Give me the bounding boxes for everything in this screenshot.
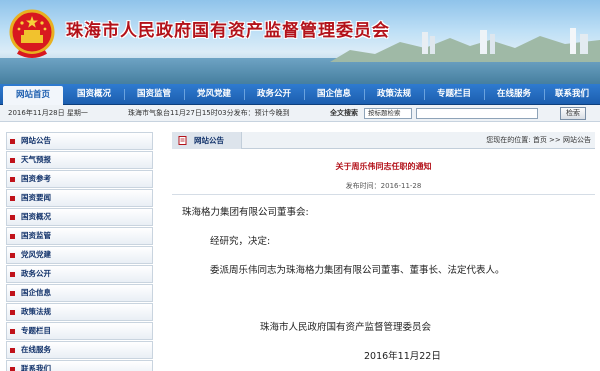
nav-separator bbox=[364, 89, 365, 100]
nav-separator bbox=[424, 89, 425, 100]
nav-item-public-affairs[interactable]: 政务公开 bbox=[246, 84, 302, 105]
sidebar-item-label: 在线服务 bbox=[21, 345, 51, 354]
bullet-icon bbox=[10, 177, 15, 182]
bullet-icon bbox=[10, 158, 15, 163]
sidebar-item-news[interactable]: 国资要闻 bbox=[6, 189, 153, 207]
sidebar-item-reference[interactable]: 国资参考 bbox=[6, 170, 153, 188]
search-button[interactable]: 检索 bbox=[560, 107, 586, 120]
bullet-icon bbox=[10, 367, 15, 371]
bullet-icon bbox=[10, 234, 15, 239]
notice-signature: 珠海市人民政府国有资产监督管理委员会 bbox=[260, 322, 432, 333]
section-header: 网站公告 您现在的位置: 首页 >> 网站公告 bbox=[172, 132, 595, 149]
bullet-icon bbox=[10, 348, 15, 353]
tab-label: 网站公告 bbox=[194, 136, 224, 145]
nav-item-overview[interactable]: 国资概况 bbox=[66, 84, 122, 105]
sidebar-item-party[interactable]: 党风党建 bbox=[6, 246, 153, 264]
national-emblem-icon bbox=[9, 9, 55, 58]
weather-ticker[interactable]: 珠海市气象台11月27日15时03分发布：预计今晚到 bbox=[128, 105, 290, 122]
header-banner: 珠海市人民政府国有资产监督管理委员会 bbox=[0, 0, 600, 84]
sidebar-item-contact[interactable]: 联系我们 bbox=[6, 360, 153, 371]
sidebar-item-supervision[interactable]: 国资监管 bbox=[6, 227, 153, 245]
sidebar-item-enterprise-info[interactable]: 国企信息 bbox=[6, 284, 153, 302]
bullet-icon bbox=[10, 253, 15, 258]
sidebar-item-weather[interactable]: 天气预报 bbox=[6, 151, 153, 169]
sidebar-item-label: 政务公开 bbox=[21, 269, 51, 278]
search-scope-value: 按标题检索 bbox=[368, 109, 401, 117]
sidebar-item-label: 国企信息 bbox=[21, 288, 51, 297]
nav-item-home[interactable]: 网站首页 bbox=[3, 86, 63, 105]
sidebar-item-label: 天气预报 bbox=[21, 155, 51, 164]
nav-item-supervision[interactable]: 国资监管 bbox=[126, 84, 182, 105]
divider bbox=[172, 194, 595, 195]
nav-item-online-service[interactable]: 在线服务 bbox=[486, 84, 542, 105]
sidebar-item-label: 国资监管 bbox=[21, 231, 51, 240]
notice-addressee: 珠海格力集团有限公司董事会: bbox=[182, 207, 309, 218]
sidebar-item-label: 联系我们 bbox=[21, 364, 51, 371]
sidebar-item-online-service[interactable]: 在线服务 bbox=[6, 341, 153, 359]
notice-sign-date: 2016年11月22日 bbox=[364, 351, 441, 362]
search-input[interactable] bbox=[416, 108, 538, 119]
sidebar-item-label: 国资要闻 bbox=[21, 193, 51, 202]
sidebar-item-label: 党风党建 bbox=[21, 250, 51, 259]
main-nav: 网站首页 国资概况 国资监管 党风党建 政务公开 国企信息 政策法规 专题栏目 … bbox=[0, 84, 600, 105]
search-label: 全文搜索 bbox=[330, 109, 358, 117]
main-content: 网站公告 您现在的位置: 首页 >> 网站公告 关于周乐伟同志任职的通知 发布时… bbox=[172, 132, 595, 371]
publish-time: 发布时间：2016-11-28 bbox=[345, 182, 422, 190]
sidebar-item-label: 国资概况 bbox=[21, 212, 51, 221]
nav-separator bbox=[484, 89, 485, 100]
sidebar-item-overview[interactable]: 国资概况 bbox=[6, 208, 153, 226]
bullet-icon bbox=[10, 272, 15, 277]
nav-item-contact[interactable]: 联系我们 bbox=[546, 84, 598, 105]
bullet-icon bbox=[10, 139, 15, 144]
notice-title: 关于周乐伟同志任职的通知 bbox=[335, 162, 432, 171]
notice-line-1: 经研究，决定: bbox=[210, 236, 271, 247]
search-button-label: 检索 bbox=[566, 109, 580, 117]
bullet-icon bbox=[10, 291, 15, 296]
sidebar-item-topics[interactable]: 专题栏目 bbox=[6, 322, 153, 340]
notice-line-2: 委派周乐伟同志为珠海格力集团有限公司董事、董事长、法定代表人。 bbox=[210, 265, 505, 276]
sidebar-item-label: 网站公告 bbox=[21, 136, 51, 145]
tab-announcements[interactable]: 网站公告 bbox=[172, 132, 242, 149]
sidebar: 网站公告 天气预报 国资参考 国资要闻 国资概况 国资监管 党风党建 政务公开 … bbox=[6, 132, 153, 371]
document-icon bbox=[178, 136, 187, 145]
nav-item-policy[interactable]: 政策法规 bbox=[366, 84, 422, 105]
sidebar-item-label: 专题栏目 bbox=[21, 326, 51, 335]
bullet-icon bbox=[10, 329, 15, 334]
bullet-icon bbox=[10, 215, 15, 220]
sidebar-item-label: 国资参考 bbox=[21, 174, 51, 183]
nav-separator bbox=[304, 89, 305, 100]
nav-separator bbox=[124, 89, 125, 100]
nav-item-party[interactable]: 党风党建 bbox=[186, 84, 242, 105]
search-scope-select[interactable]: 按标题检索 bbox=[364, 108, 412, 119]
info-bar: 2016年11月28日 星期一 珠海市气象台11月27日15时03分发布：预计今… bbox=[0, 105, 600, 122]
breadcrumb[interactable]: 您现在的位置: 首页 >> 网站公告 bbox=[486, 132, 591, 149]
nav-item-topics[interactable]: 专题栏目 bbox=[426, 84, 482, 105]
sidebar-item-label: 政策法规 bbox=[21, 307, 51, 316]
sidebar-item-public-affairs[interactable]: 政务公开 bbox=[6, 265, 153, 283]
sidebar-item-policy[interactable]: 政策法规 bbox=[6, 303, 153, 321]
nav-separator bbox=[184, 89, 185, 100]
nav-separator bbox=[544, 89, 545, 100]
site-title: 珠海市人民政府国有资产监督管理委员会 bbox=[66, 21, 390, 41]
current-date: 2016年11月28日 星期一 bbox=[8, 109, 88, 117]
bullet-icon bbox=[10, 310, 15, 315]
sidebar-item-announcements[interactable]: 网站公告 bbox=[6, 132, 153, 150]
nav-item-enterprise-info[interactable]: 国企信息 bbox=[306, 84, 362, 105]
nav-separator bbox=[244, 89, 245, 100]
bullet-icon bbox=[10, 196, 15, 201]
